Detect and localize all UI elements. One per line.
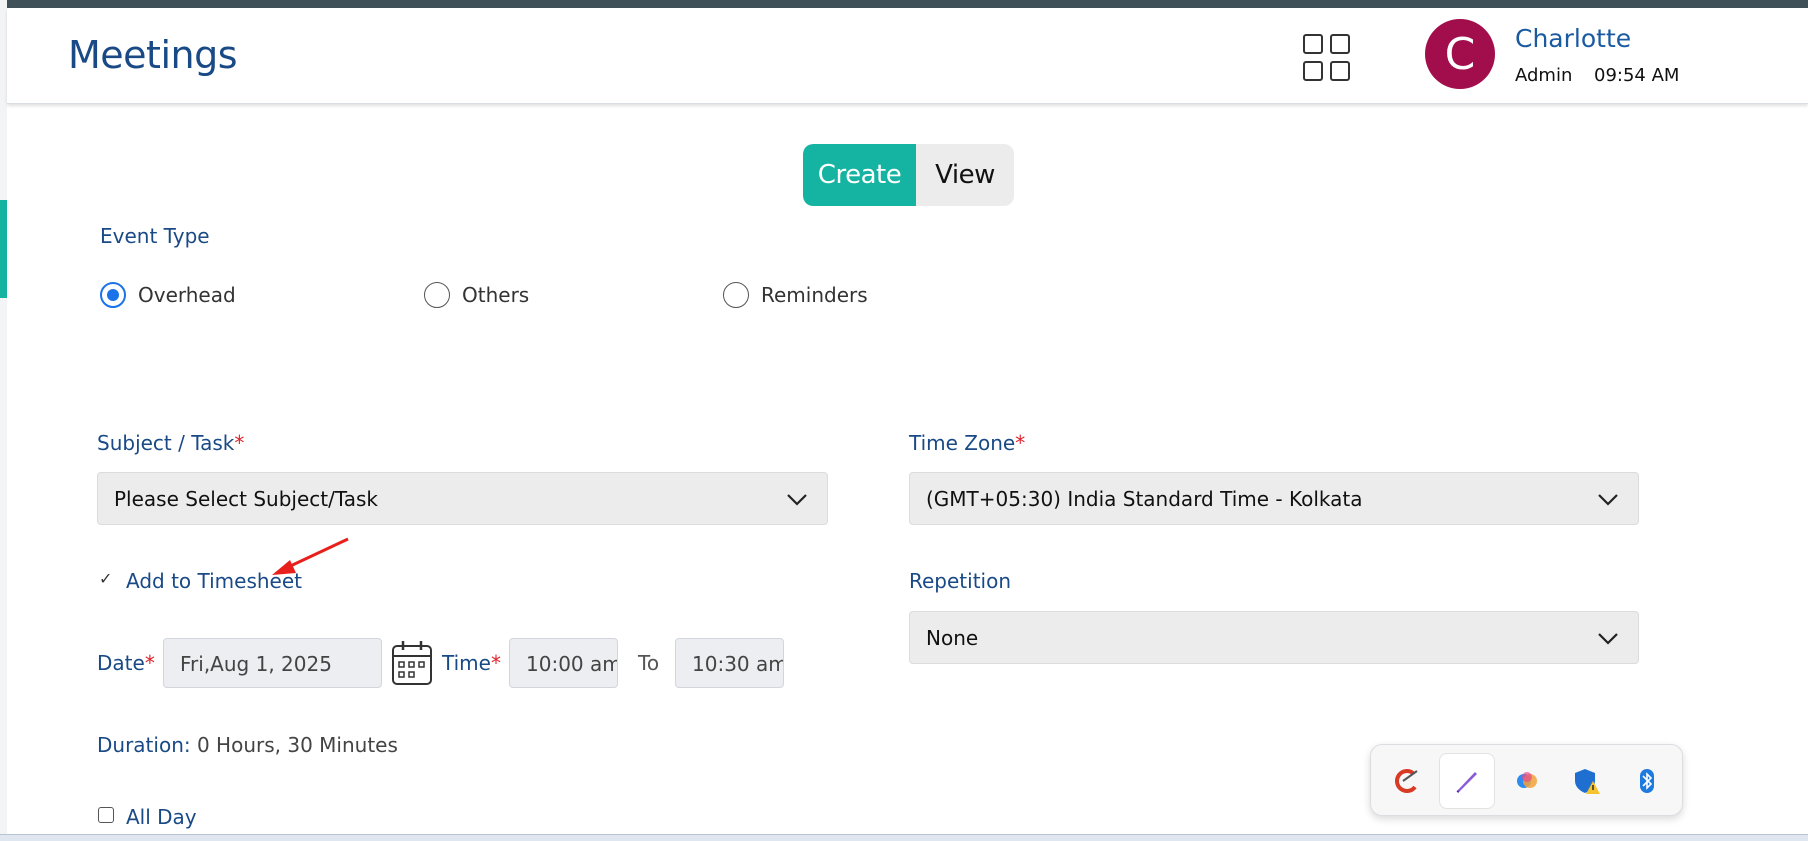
create-tab[interactable]: Create: [803, 144, 916, 206]
required-mark: *: [490, 651, 501, 675]
user-name[interactable]: Charlotte: [1515, 24, 1631, 53]
all-day-checkbox[interactable]: [98, 807, 114, 823]
timesheet-checkmark-icon[interactable]: ✓: [99, 569, 112, 588]
window-top-strip: [0, 0, 1808, 8]
all-day-label[interactable]: All Day: [126, 805, 197, 829]
chevron-down-icon: [787, 494, 807, 506]
app-header: Meetings C Charlotte Admin 09:54 AM: [7, 8, 1808, 104]
security-warning-icon[interactable]: [1559, 753, 1615, 809]
bluetooth-icon[interactable]: [1619, 753, 1675, 809]
subject-label-text: Subject / Task: [97, 431, 235, 455]
repetition-label: Repetition: [909, 569, 1012, 593]
radio-overhead-label[interactable]: Overhead: [138, 283, 236, 307]
repetition-select[interactable]: None: [909, 611, 1639, 664]
user-role: Admin: [1515, 65, 1573, 86]
timezone-select-value: (GMT+05:30) India Standard Time - Kolkat…: [926, 487, 1363, 511]
radio-reminders-label[interactable]: Reminders: [761, 283, 868, 307]
annotation-arrow-icon: [272, 537, 349, 575]
to-label: To: [638, 651, 660, 675]
sidebar-active-indicator: [0, 200, 7, 298]
timezone-label: Time Zone*: [909, 431, 1025, 455]
view-tab[interactable]: View: [916, 144, 1014, 206]
mode-toggle: Create View: [803, 144, 1014, 206]
duration-text: Duration: 0 Hours, 30 Minutes: [97, 733, 398, 757]
avatar[interactable]: C: [1425, 19, 1495, 89]
system-tray-popup: [1370, 744, 1683, 816]
page-title: Meetings: [68, 33, 238, 77]
end-time-input[interactable]: 10:30 am: [675, 638, 784, 688]
timezone-select[interactable]: (GMT+05:30) India Standard Time - Kolkat…: [909, 472, 1639, 525]
chevron-down-icon: [1598, 633, 1618, 645]
copilot-icon[interactable]: [1499, 753, 1555, 809]
duration-value: 0 Hours, 30 Minutes: [190, 733, 398, 757]
radio-others[interactable]: [424, 282, 450, 308]
ccleaner-icon[interactable]: [1379, 753, 1435, 809]
subject-select[interactable]: Please Select Subject/Task: [97, 472, 828, 525]
radio-overhead[interactable]: [100, 282, 126, 308]
bottom-border: [0, 834, 1808, 841]
start-time-input[interactable]: 10:00 am: [509, 638, 618, 688]
date-label: Date*: [97, 651, 155, 675]
radio-reminders[interactable]: [723, 282, 749, 308]
date-label-text: Date: [97, 651, 145, 675]
subject-label: Subject / Task*: [97, 431, 244, 455]
current-time: 09:54 AM: [1594, 65, 1680, 86]
event-type-label: Event Type: [100, 224, 210, 248]
required-mark: *: [234, 431, 245, 455]
calendar-icon[interactable]: [391, 640, 433, 686]
time-label: Time*: [442, 651, 501, 675]
time-label-text: Time: [442, 651, 491, 675]
duration-label: Duration:: [97, 733, 191, 757]
apps-grid-icon[interactable]: [1303, 34, 1354, 85]
pen-icon[interactable]: [1439, 753, 1495, 809]
date-input[interactable]: Fri,Aug 1, 2025: [163, 638, 382, 688]
required-mark: *: [144, 651, 155, 675]
repetition-select-value: None: [926, 626, 979, 650]
chevron-down-icon: [1598, 494, 1618, 506]
required-mark: *: [1015, 431, 1026, 455]
timezone-label-text: Time Zone: [909, 431, 1016, 455]
subject-select-value: Please Select Subject/Task: [114, 487, 378, 511]
radio-others-label[interactable]: Others: [462, 283, 529, 307]
left-edge: [0, 0, 7, 841]
